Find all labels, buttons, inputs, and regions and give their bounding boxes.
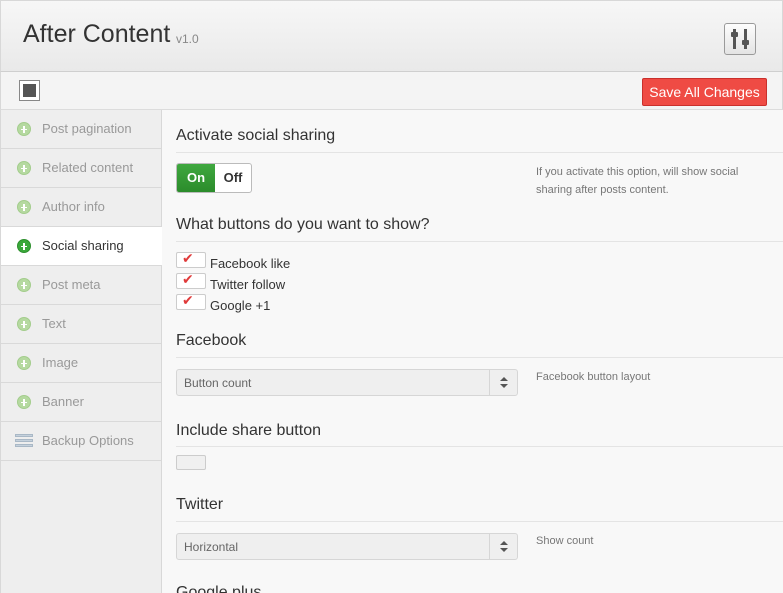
sidebar-item-author-info[interactable]: Author info [1, 188, 161, 227]
section-title-share: Include share button [176, 422, 321, 439]
facebook-layout-select[interactable]: Button count [176, 369, 518, 396]
divider [176, 521, 783, 522]
sidebar-item-label: Author info [42, 199, 105, 214]
divider [176, 446, 783, 447]
select-value: Button count [184, 376, 252, 390]
sliders-icon[interactable] [724, 23, 756, 55]
activate-description: If you activate this option, will show s… [536, 166, 739, 196]
sidebar-item-text[interactable]: Text [1, 305, 161, 344]
backup-icon [15, 434, 33, 449]
sidebar-item-social-sharing[interactable]: Social sharing [1, 227, 163, 266]
plus-circle-icon [17, 239, 31, 253]
main-content: Activate social sharing On Off If you ac… [162, 110, 783, 593]
save-all-changes-button[interactable]: Save All Changes [642, 78, 767, 106]
activate-toggle[interactable]: On Off [176, 163, 252, 193]
divider [176, 357, 783, 358]
plus-circle-icon [17, 356, 31, 370]
plus-circle-icon [17, 200, 31, 214]
include-share-checkbox[interactable] [176, 455, 206, 470]
sidebar-item-label: Related content [42, 160, 134, 175]
sidebar-item-label: Social sharing [42, 238, 124, 253]
collapse-square-icon[interactable] [19, 80, 40, 101]
sidebar-item-backup-options[interactable]: Backup Options [1, 422, 161, 461]
checkmark-icon: ✔ [182, 292, 194, 308]
sidebar: Post pagination Related content Author i… [0, 110, 163, 593]
divider [176, 241, 783, 242]
toggle-on-option[interactable]: On [177, 164, 215, 192]
select-arrows-icon [489, 534, 517, 559]
app-header: After Content v1.0 [0, 0, 783, 72]
toggle-off-option[interactable]: Off [215, 164, 251, 192]
sidebar-item-image[interactable]: Image [1, 344, 161, 383]
section-title-activate: Activate social sharing [176, 127, 336, 144]
select-value: Horizontal [184, 540, 239, 554]
sidebar-item-banner[interactable]: Banner [1, 383, 161, 422]
plus-circle-icon [17, 317, 31, 331]
option-label: Google +1 [210, 298, 271, 313]
section-title-twitter: Twitter [176, 496, 224, 513]
toolbar: Save All Changes [0, 72, 783, 110]
sidebar-item-related-content[interactable]: Related content [1, 149, 161, 188]
select-arrows-icon [489, 370, 517, 395]
sidebar-item-label: Banner [42, 394, 84, 409]
section-title-google: Google plus [176, 584, 262, 593]
facebook-description: Facebook button layout [536, 371, 651, 383]
sidebar-item-label: Text [42, 316, 66, 331]
plus-circle-icon [17, 278, 31, 292]
divider [176, 152, 783, 153]
twitter-description: Show count [536, 535, 594, 547]
sidebar-item-label: Post pagination [42, 121, 132, 136]
app-version: v1.0 [176, 32, 199, 46]
checkmark-icon: ✔ [182, 250, 194, 266]
option-label: Facebook like [210, 256, 291, 271]
checkbox[interactable]: ✔ [176, 271, 206, 289]
option-label: Twitter follow [210, 277, 286, 292]
section-title-buttons: What buttons do you want to show? [176, 216, 430, 233]
checkbox[interactable]: ✔ [176, 250, 206, 268]
checkmark-icon: ✔ [182, 271, 194, 287]
sidebar-item-label: Image [42, 355, 79, 370]
checkbox[interactable]: ✔ [176, 292, 206, 310]
sidebar-item-post-pagination[interactable]: Post pagination [1, 110, 161, 149]
sidebar-item-label: Post meta [42, 277, 101, 292]
sidebar-item-post-meta[interactable]: Post meta [1, 266, 161, 305]
plus-circle-icon [17, 395, 31, 409]
twitter-count-select[interactable]: Horizontal [176, 533, 518, 560]
plus-circle-icon [17, 122, 31, 136]
section-title-facebook: Facebook [176, 332, 247, 349]
plus-circle-icon [17, 161, 31, 175]
app-title: After Content [23, 20, 171, 48]
sidebar-item-label: Backup Options [42, 433, 134, 448]
